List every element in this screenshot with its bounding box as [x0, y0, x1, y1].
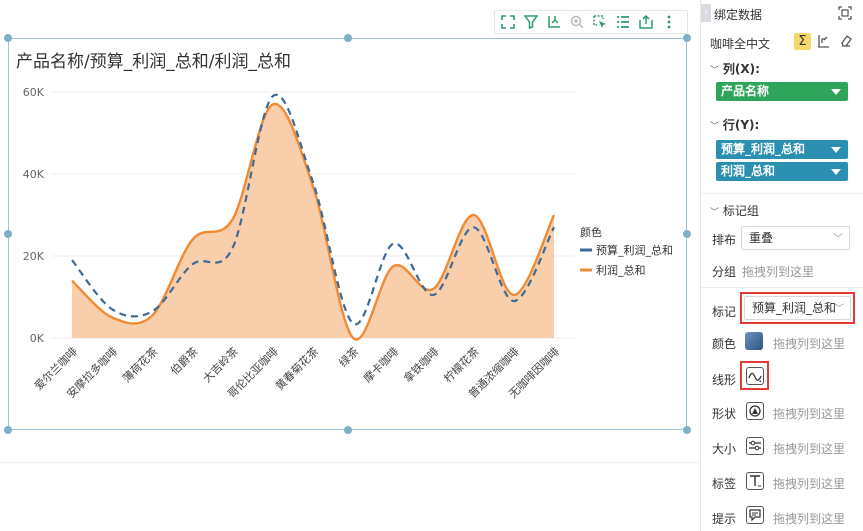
y-tick-label: 40K	[23, 168, 45, 181]
binding-panel: › 绑定数据 咖啡全中文 Σ ﹀ 列(X): 产品名称 ﹀ 行(Y): 预算_利…	[700, 0, 863, 531]
collapse-panel-icon[interactable]: ›	[701, 4, 711, 22]
color-drop-zone[interactable]: 拖拽列到这里	[773, 335, 845, 352]
tooltip-icon[interactable]	[746, 506, 764, 524]
layout-select[interactable]: 重叠 ﹀	[741, 226, 850, 250]
section-divider	[701, 193, 863, 194]
area-line-chart: 0K20K40K60K爱尔兰咖啡安摩拉多咖啡 薄荷花茶 伯爵茶 大吉岭茶哥伦比亚咖啡黄…	[23, 86, 673, 401]
x-tick-label: 大吉岭茶	[200, 344, 241, 385]
layout-label: 排布	[712, 233, 737, 247]
dataset-name: 咖啡全中文	[710, 37, 771, 51]
chevron-down-icon: ﹀	[710, 66, 720, 76]
label-icon[interactable]	[746, 472, 764, 490]
columns-section[interactable]: ﹀ 列(X):	[710, 60, 760, 77]
group-drop-zone[interactable]: 拖拽列到这里	[742, 263, 814, 280]
row-field-pill[interactable]: 利润_总和	[716, 162, 848, 181]
mark-select-highlight	[740, 292, 855, 324]
legend-item: 预算_利润_总和	[596, 243, 673, 257]
shape-prop-label: 形状	[712, 407, 737, 421]
layout-value: 重叠	[749, 231, 774, 245]
canvas-blank-area	[0, 462, 700, 531]
size-icon[interactable]	[746, 437, 764, 455]
caret-down-icon[interactable]	[831, 89, 841, 95]
tooltip-drop-zone[interactable]: 拖拽列到这里	[773, 510, 845, 527]
tooltip-prop-label: 提示	[712, 512, 737, 526]
panel-header: › 绑定数据	[701, 0, 863, 28]
mark-label: 标记	[712, 305, 737, 319]
legend-title: 颜色	[580, 225, 602, 239]
rows-label: 行(Y):	[722, 118, 760, 132]
x-tick-label: 薄荷花茶	[119, 344, 160, 385]
chevron-down-icon: ﹀	[710, 122, 720, 132]
rows-section[interactable]: ﹀ 行(Y):	[710, 116, 759, 133]
row-field-label: 利润_总和	[721, 164, 776, 178]
color-swatch-icon[interactable]	[745, 332, 763, 350]
y-tick-label: 60K	[23, 86, 45, 99]
x-tick-label: 绿茶	[336, 344, 361, 369]
panel-title: 绑定数据	[714, 8, 763, 22]
x-tick-label: 黄春菊花茶	[272, 344, 321, 393]
label-drop-zone[interactable]: 拖拽列到这里	[773, 475, 845, 492]
x-tick-label: 摩卡咖啡	[360, 344, 401, 385]
columns-label: 列(X):	[722, 62, 760, 76]
size-prop-label: 大小	[712, 442, 737, 456]
switch-dataset-icon[interactable]	[838, 6, 852, 23]
marks-label: 标记组	[722, 204, 759, 218]
column-field-label: 产品名称	[721, 84, 770, 98]
line-shape-highlight	[740, 361, 769, 390]
x-tick-label: 伯爵茶	[167, 344, 200, 377]
caret-down-icon[interactable]	[831, 147, 841, 153]
y-tick-label: 20K	[23, 250, 45, 263]
chevron-down-icon: ﹀	[710, 208, 720, 218]
chevron-down-icon: ﹀	[833, 234, 843, 245]
row-field-pill[interactable]: 预算_利润_总和	[716, 140, 848, 159]
row-field-label: 预算_利润_总和	[721, 142, 806, 156]
x-tick-label: 拿铁咖啡	[401, 344, 442, 385]
size-drop-zone[interactable]: 拖拽列到这里	[773, 440, 845, 457]
marks-section[interactable]: ﹀ 标记组	[710, 202, 759, 219]
section-divider	[701, 287, 863, 288]
line-shape-prop-label: 线形	[712, 373, 737, 387]
y-tick-label: 0K	[30, 332, 45, 345]
group-label: 分组	[712, 265, 737, 279]
color-prop-label: 颜色	[712, 337, 737, 351]
x-tick-label: 柠檬花茶	[441, 344, 482, 385]
legend-item: 利润_总和	[596, 263, 646, 277]
caret-down-icon[interactable]	[831, 169, 841, 175]
label-prop-label: 标签	[712, 477, 737, 491]
shape-icon[interactable]	[746, 402, 764, 420]
sum-icon[interactable]: Σ	[794, 33, 811, 50]
sort-icon[interactable]	[817, 34, 831, 51]
column-field-pill[interactable]: 产品名称	[716, 82, 848, 101]
shape-drop-zone[interactable]: 拖拽列到这里	[773, 405, 845, 422]
clear-icon[interactable]	[839, 34, 853, 51]
